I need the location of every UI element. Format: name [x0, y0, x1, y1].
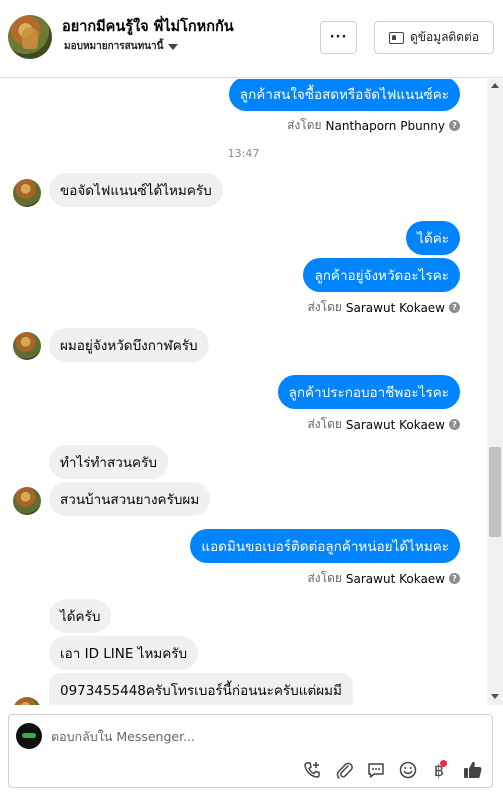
- sender-name: Sarawut Kokaew: [345, 417, 445, 432]
- page-avatar: [16, 723, 42, 749]
- sent-by-prefix: ส่งโดย: [307, 300, 342, 314]
- contact-avatar-small: [13, 179, 41, 207]
- baht-icon[interactable]: ฿: [429, 759, 449, 781]
- incoming-message[interactable]: 0973455448ครับโทรเบอร์นี้ก่อนนะครับแต่ผม…: [49, 673, 353, 705]
- outgoing-message[interactable]: ลูกค้าสนใจซื้อสดหรือจัดไฟแนนซ์คะ: [228, 79, 460, 111]
- thumbs-up-icon[interactable]: [461, 759, 485, 781]
- scroll-up-arrow-icon[interactable]: [491, 83, 499, 88]
- smiley-icon[interactable]: [397, 759, 419, 781]
- help-icon[interactable]: ?: [449, 302, 460, 313]
- sent-by-prefix: ส่งโดย: [287, 118, 322, 132]
- help-icon[interactable]: ?: [449, 419, 460, 430]
- view-contact-info-button[interactable]: ดูข้อมูลติดต่อ: [374, 21, 494, 54]
- sent-by-label: ส่งโดย Sarawut Kokaew ?: [307, 569, 460, 588]
- thread-scrollbar[interactable]: [487, 79, 503, 705]
- timestamp: 13:47: [227, 147, 260, 160]
- contact-avatar-small: [13, 487, 41, 515]
- sent-by-label: ส่งโดย Sarawut Kokaew ?: [307, 298, 460, 317]
- sent-by-prefix: ส่งโดย: [307, 571, 342, 585]
- notification-dot: [440, 759, 448, 767]
- sent-by-label: ส่งโดย Sarawut Kokaew ?: [307, 415, 460, 434]
- scroll-down-arrow-icon[interactable]: [491, 694, 499, 699]
- conversation-header: อยากมีคนรู้ใจ พี่ไม่โกหกกัน มอบหมายการสน…: [0, 0, 503, 78]
- sent-by-label: ส่งโดย Nanthaporn Pbunny ?: [287, 116, 460, 135]
- help-icon[interactable]: ?: [449, 573, 460, 584]
- paperclip-icon[interactable]: [333, 759, 355, 781]
- incoming-message[interactable]: ขอจัดไฟแนนซ์ได้ไหมครับ: [49, 173, 223, 207]
- view-contact-info-label: ดูข้อมูลติดต่อ: [409, 30, 480, 44]
- outgoing-message[interactable]: ลูกค้าอยู่จังหวัดอะไรคะ: [303, 258, 460, 292]
- message-thread[interactable]: ลูกค้าสนใจซื้อสดหรือจัดไฟแนนซ์คะ ส่งโดย …: [0, 79, 487, 705]
- scrollbar-thumb[interactable]: [489, 447, 501, 537]
- incoming-message[interactable]: ทำไร่ทำสวนครับ: [49, 445, 168, 479]
- reply-input[interactable]: [51, 729, 471, 744]
- incoming-message[interactable]: ได้ครับ: [49, 599, 112, 633]
- contact-name[interactable]: อยากมีคนรู้ใจ พี่ไม่โกหกกัน: [62, 15, 234, 38]
- sender-name: Sarawut Kokaew: [345, 571, 445, 586]
- more-options-label: ···: [329, 30, 348, 45]
- contact-avatar-small: [13, 697, 41, 705]
- reply-composer: ฿: [8, 714, 493, 788]
- sender-name: Nanthaporn Pbunny: [325, 118, 445, 133]
- more-options-button[interactable]: ···: [320, 21, 357, 54]
- caret-down-icon: [168, 43, 179, 50]
- contact-avatar-small: [13, 332, 41, 360]
- phone-plus-icon[interactable]: [301, 759, 323, 781]
- chat-bubble-icon[interactable]: [365, 759, 387, 781]
- outgoing-message[interactable]: ลูกค้าประกอบอาชีพอะไรคะ: [277, 375, 460, 409]
- contact-avatar[interactable]: [8, 15, 52, 59]
- help-icon[interactable]: ?: [449, 120, 460, 131]
- contact-card-icon: [388, 31, 404, 44]
- assign-conversation-dropdown[interactable]: มอบหมายการสนทนานี้: [64, 39, 179, 54]
- outgoing-message[interactable]: ได้ค่ะ: [406, 221, 460, 255]
- outgoing-message[interactable]: แอดมินขอเบอร์ติดต่อลูกค้าหน่อยได้ไหมคะ: [190, 529, 460, 563]
- assign-conversation-label: มอบหมายการสนทนานี้: [64, 41, 164, 52]
- incoming-message[interactable]: ผมอยู่จังหวัดบึงกาฬครับ: [49, 328, 209, 362]
- incoming-message[interactable]: เอา ID LINE ไหมครับ: [49, 636, 199, 670]
- incoming-message[interactable]: สวนบ้านสวนยางครับผม: [49, 482, 211, 516]
- sent-by-prefix: ส่งโดย: [307, 417, 342, 431]
- sender-name: Sarawut Kokaew: [345, 300, 445, 315]
